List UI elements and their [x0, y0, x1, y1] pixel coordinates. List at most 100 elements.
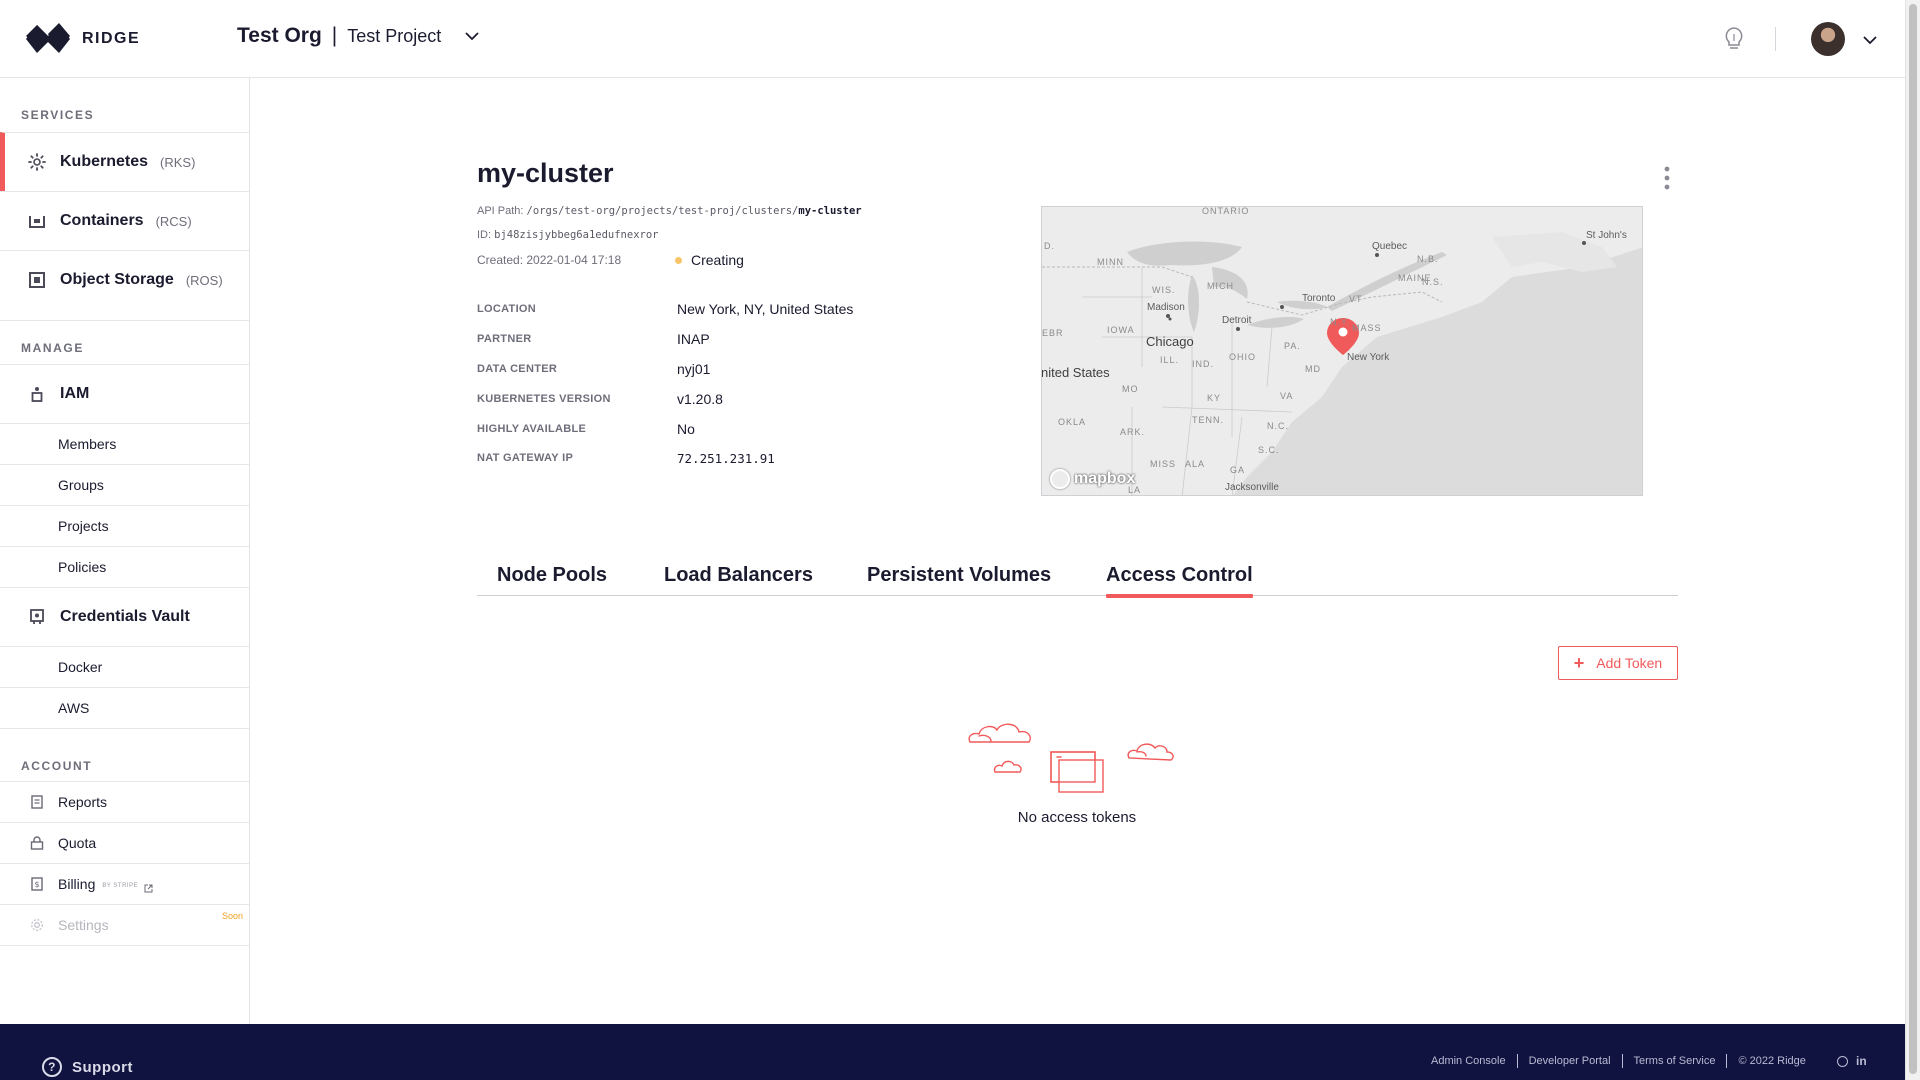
map-label: OHIO	[1229, 352, 1257, 362]
map-label: MICH	[1207, 281, 1234, 291]
billing-stripe-label: BY STRIPE	[102, 882, 139, 889]
chevron-down-icon[interactable]	[465, 29, 479, 43]
map-label: MINN	[1097, 257, 1124, 267]
map-label: ONTARIO	[1202, 206, 1250, 216]
tab-load-balancers[interactable]: Load Balancers	[664, 564, 813, 596]
sidebar-item-docker[interactable]: Docker	[0, 646, 249, 687]
sidebar-item-tag: (RCS)	[155, 213, 192, 229]
containers-icon	[28, 212, 46, 230]
settings-icon	[30, 918, 44, 932]
iam-icon	[28, 385, 46, 403]
vault-icon	[28, 608, 46, 626]
linkedin-icon[interactable]: in	[1856, 1054, 1867, 1068]
map-label: Jacksonville	[1225, 482, 1279, 493]
sidebar-item-aws[interactable]: AWS	[0, 687, 249, 728]
mapbox-logo[interactable]: mapbox	[1050, 469, 1135, 489]
sidebar-item-credentials-vault[interactable]: Credentials Vault	[0, 587, 249, 646]
footer-link-admin-console[interactable]: Admin Console	[1420, 1054, 1518, 1068]
property-row-nat-gateway-ip: NAT GATEWAY IP 72.251.231.91	[477, 448, 977, 468]
api-path: API Path: /orgs/test-org/projects/test-p…	[477, 205, 862, 217]
status-text: Creating	[691, 252, 744, 268]
map-label: PA.	[1284, 341, 1301, 351]
status-badge: Creating	[675, 252, 744, 268]
api-path-cluster-name: my-cluster	[798, 205, 862, 217]
ridge-logo-icon	[26, 22, 70, 56]
sidebar-item-label: IAM	[60, 385, 90, 402]
property-value: No	[677, 421, 695, 437]
logo-text: RIDGE	[82, 30, 141, 47]
sidebar-item-members[interactable]: Members	[0, 423, 249, 464]
manage-section-title: MANAGE	[0, 320, 249, 355]
chevron-down-icon[interactable]	[1863, 32, 1877, 46]
svg-text:$: $	[34, 880, 39, 889]
add-token-button[interactable]: + Add Token	[1558, 646, 1678, 680]
more-options-icon[interactable]	[1663, 165, 1671, 191]
map-label: D.	[1044, 241, 1055, 251]
sidebar-item-policies[interactable]: Policies	[0, 546, 249, 587]
map-label: VT	[1349, 294, 1363, 304]
sidebar-item-label: Kubernetes	[60, 153, 149, 170]
map-label: N.Y.	[1330, 317, 1351, 327]
property-value: nyj01	[677, 361, 711, 377]
map-label: ARK.	[1120, 427, 1146, 437]
sidebar-item-label: Object Storage	[60, 271, 174, 288]
header-divider	[1775, 27, 1776, 51]
sidebar-divider	[0, 945, 249, 946]
top-header: RIDGE Test Org | Test Project	[0, 0, 1905, 78]
empty-state-text: No access tokens	[1017, 809, 1137, 826]
tab-access-control[interactable]: Access Control	[1106, 564, 1253, 598]
scrollbar-thumb[interactable]	[1909, 4, 1917, 1074]
created-value: 2022-01-04 17:18	[526, 253, 622, 267]
kubernetes-icon	[28, 153, 46, 171]
vertical-scrollbar[interactable]	[1905, 0, 1920, 1080]
map-label: WIS.	[1152, 285, 1176, 295]
property-row-data-center: DATA CENTER nyj01	[477, 359, 977, 379]
mapbox-icon	[1050, 469, 1070, 489]
sidebar-item-kubernetes[interactable]: Kubernetes (RKS)	[0, 132, 249, 191]
map-label: VA	[1280, 391, 1294, 401]
map-label: MISS	[1150, 459, 1177, 469]
user-avatar[interactable]	[1811, 22, 1845, 56]
sidebar-item-object-storage[interactable]: Object Storage (ROS)	[0, 250, 249, 309]
property-key: HIGHLY AVAILABLE	[477, 423, 587, 435]
property-value: INAP	[677, 331, 710, 347]
empty-state-illustration	[965, 710, 1190, 800]
sidebar-item-containers[interactable]: Containers (RCS)	[0, 191, 249, 250]
lightbulb-icon[interactable]	[1722, 26, 1746, 52]
sidebar-item-projects[interactable]: Projects	[0, 505, 249, 546]
cluster-id-value: bj48zisjybbeg6a1edufnexror	[494, 229, 659, 241]
sidebar-item-groups[interactable]: Groups	[0, 464, 249, 505]
map-label: nited States	[1041, 365, 1110, 380]
map-label: IND.	[1192, 359, 1214, 369]
page-title: my-cluster	[477, 158, 614, 188]
tab-persistent-volumes[interactable]: Persistent Volumes	[867, 564, 1051, 596]
reports-icon	[30, 795, 44, 809]
map-label: N.S.	[1422, 277, 1444, 287]
org-name: Test Org	[237, 24, 322, 47]
map-label: Toronto	[1302, 293, 1336, 304]
property-row-location: LOCATION New York, NY, United States	[477, 299, 977, 319]
footer: ? Support Admin Console Developer Portal…	[0, 1024, 1905, 1080]
ridge-logo[interactable]: RIDGE	[26, 22, 140, 56]
map-label: EBR	[1042, 328, 1064, 338]
tab-node-pools[interactable]: Node Pools	[497, 564, 607, 596]
org-project-switcher[interactable]: Test Org | Test Project	[237, 24, 479, 48]
sidebar-item-quota[interactable]: Quota	[0, 822, 249, 863]
sidebar-item-billing[interactable]: $ Billing BY STRIPE	[0, 863, 249, 904]
footer-icons: in	[1837, 1054, 1867, 1068]
sidebar-item-label: Settings	[58, 917, 109, 933]
map-land-water	[1042, 207, 1642, 495]
property-key: DATA CENTER	[477, 363, 558, 375]
sidebar-item-reports[interactable]: Reports	[0, 781, 249, 822]
external-link-icon	[144, 880, 153, 892]
location-map[interactable]: ONTARIO Quebec St John's D. MINN WIS. MI…	[1041, 206, 1643, 496]
map-label: Quebec	[1372, 241, 1408, 252]
sidebar-item-iam[interactable]: IAM	[0, 364, 249, 423]
footer-link-developer-portal[interactable]: Developer Portal	[1518, 1054, 1623, 1068]
footer-link-terms[interactable]: Terms of Service	[1623, 1054, 1728, 1068]
support-link[interactable]: ? Support	[42, 1057, 133, 1077]
globe-icon[interactable]	[1837, 1055, 1848, 1067]
project-name: Test Project	[347, 25, 442, 46]
map-label: MO	[1122, 384, 1139, 394]
map-label: ALA	[1185, 459, 1206, 469]
